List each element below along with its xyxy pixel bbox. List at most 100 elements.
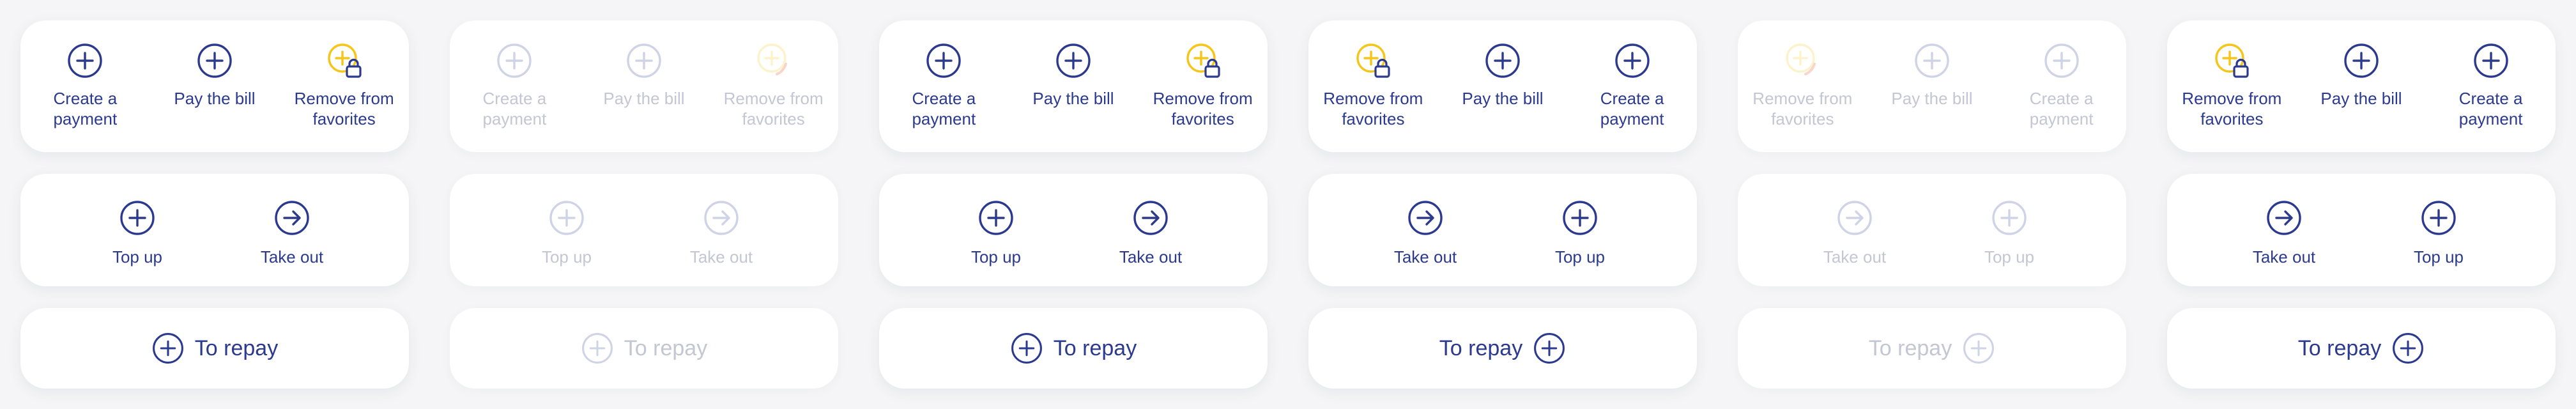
plus-circle-icon xyxy=(196,42,233,79)
action-remove-from-favorites-button[interactable]: Remove from favorites xyxy=(1738,20,1867,152)
action-remove-from-favorites-button[interactable]: Remove from favorites xyxy=(1138,20,1268,152)
to-repay-label: To repay xyxy=(1053,336,1137,360)
arrow-right-circle-icon xyxy=(273,199,310,236)
plus-circle-icon xyxy=(1561,199,1598,236)
plus-circle-icon xyxy=(977,199,1015,236)
action-label: Pay the bill xyxy=(1462,89,1544,108)
to-repay-button[interactable]: To repay xyxy=(1308,308,1697,389)
action-label: Remove from favorites xyxy=(1323,89,1423,128)
action-take-out-button[interactable]: Take out xyxy=(1073,174,1228,286)
arrow-right-circle-icon xyxy=(2266,199,2303,236)
panel-variant-6: Remove from favorites Pay the bill Create a… xyxy=(2147,0,2576,409)
panel-variant-3: Create a payment Pay the bill Remove from fa… xyxy=(859,0,1288,409)
action-top-up-button[interactable]: Top up xyxy=(919,174,1073,286)
action-label: Pay the bill xyxy=(2320,89,2402,108)
action-pay-the-bill-button[interactable]: Pay the bill xyxy=(1438,20,1568,152)
action-create-a-payment-button[interactable]: Create a payment xyxy=(450,20,579,152)
action-label: Top up xyxy=(1554,247,1606,266)
action-label: Remove from favorites xyxy=(1752,89,1853,128)
action-label: Take out xyxy=(1823,247,1887,266)
action-remove-from-favorites-button[interactable]: Remove from favorites xyxy=(1308,20,1438,152)
transfer-actions-card: Take out Top up xyxy=(2167,174,2556,286)
action-create-a-payment-button[interactable]: Create a payment xyxy=(2426,20,2556,152)
plus-lock-icon xyxy=(1184,42,1222,79)
panel-variant-5: Remove from favorites Pay the bill Create a… xyxy=(1717,0,2147,409)
action-label: Create a payment xyxy=(53,89,118,128)
action-create-a-payment-button[interactable]: Create a payment xyxy=(1997,20,2126,152)
action-label: Top up xyxy=(2413,247,2464,266)
panel-variant-1: Create a payment Pay the bill Remove from fa… xyxy=(0,0,429,409)
action-top-up-button[interactable]: Top up xyxy=(1932,174,2087,286)
plus-circle-icon xyxy=(1533,332,1566,365)
action-label: Take out xyxy=(1119,247,1183,266)
arrow-right-circle-icon xyxy=(703,199,740,236)
action-label: Remove from favorites xyxy=(1153,89,1253,128)
action-top-up-button[interactable]: Top up xyxy=(2361,174,2516,286)
plus-circle-icon xyxy=(2343,42,2380,79)
plus-circle-icon xyxy=(1913,42,1951,79)
action-create-a-payment-button[interactable]: Create a payment xyxy=(20,20,150,152)
action-pay-the-bill-button[interactable]: Pay the bill xyxy=(1009,20,1138,152)
arrow-right-circle-icon xyxy=(1407,199,1444,236)
to-repay-label: To repay xyxy=(624,336,708,360)
to-repay-label: To repay xyxy=(1439,336,1523,360)
plus-circle-icon xyxy=(496,42,533,79)
action-pay-the-bill-button[interactable]: Pay the bill xyxy=(1867,20,1997,152)
action-take-out-button[interactable]: Take out xyxy=(644,174,799,286)
action-label: Remove from favorites xyxy=(2182,89,2282,128)
action-remove-from-favorites-button[interactable]: Remove from favorites xyxy=(709,20,838,152)
action-top-up-button[interactable]: Top up xyxy=(60,174,215,286)
quick-actions-card: Create a payment Pay the bill Remove from fa… xyxy=(450,20,838,152)
to-repay-button[interactable]: To repay xyxy=(879,308,1268,389)
action-label: Remove from favorites xyxy=(723,89,824,128)
plus-circle-icon xyxy=(151,332,185,365)
to-repay-label: To repay xyxy=(194,336,279,360)
action-take-out-button[interactable]: Take out xyxy=(2207,174,2361,286)
action-top-up-button[interactable]: Top up xyxy=(489,174,644,286)
to-repay-button[interactable]: To repay xyxy=(1738,308,2126,389)
to-repay-button[interactable]: To repay xyxy=(2167,308,2556,389)
action-pay-the-bill-button[interactable]: Pay the bill xyxy=(150,20,280,152)
quick-actions-card: Remove from favorites Pay the bill Create a… xyxy=(1738,20,2126,152)
plus-circle-icon xyxy=(1991,199,2028,236)
quick-actions-card: Remove from favorites Pay the bill Create a… xyxy=(2167,20,2556,152)
to-repay-label: To repay xyxy=(2297,336,2382,360)
action-pay-the-bill-button[interactable]: Pay the bill xyxy=(579,20,709,152)
plus-circle-icon xyxy=(1055,42,1092,79)
loading-icon xyxy=(1784,42,1821,79)
to-repay-button[interactable]: To repay xyxy=(20,308,409,389)
action-label: Create a payment xyxy=(1600,89,1664,128)
plus-circle-icon xyxy=(2420,199,2457,236)
panel-variant-4: Remove from favorites Pay the bill Create a… xyxy=(1288,0,1717,409)
action-label: Pay the bill xyxy=(174,89,256,108)
action-label: Create a payment xyxy=(2458,89,2523,128)
plus-lock-icon xyxy=(326,42,363,79)
action-create-a-payment-button[interactable]: Create a payment xyxy=(879,20,1009,152)
plus-circle-icon xyxy=(1962,332,1995,365)
action-take-out-button[interactable]: Take out xyxy=(215,174,369,286)
quick-actions-card: Create a payment Pay the bill Remove from fa… xyxy=(20,20,409,152)
action-remove-from-favorites-button[interactable]: Remove from favorites xyxy=(279,20,409,152)
action-take-out-button[interactable]: Take out xyxy=(1777,174,1932,286)
action-top-up-button[interactable]: Top up xyxy=(1503,174,1657,286)
plus-circle-icon xyxy=(581,332,614,365)
action-label: Pay the bill xyxy=(1891,89,1973,108)
loading-icon xyxy=(755,42,792,79)
plus-circle-icon xyxy=(1484,42,1521,79)
plus-circle-icon xyxy=(548,199,585,236)
action-remove-from-favorites-button[interactable]: Remove from favorites xyxy=(2167,20,2297,152)
action-create-a-payment-button[interactable]: Create a payment xyxy=(1567,20,1697,152)
action-label: Top up xyxy=(541,247,592,266)
action-label: Top up xyxy=(1984,247,2035,266)
to-repay-button[interactable]: To repay xyxy=(450,308,838,389)
panel-variant-2: Create a payment Pay the bill Remove from fa… xyxy=(429,0,859,409)
action-take-out-button[interactable]: Take out xyxy=(1348,174,1503,286)
transfer-actions-card: Top up Take out xyxy=(450,174,838,286)
plus-lock-icon xyxy=(2213,42,2250,79)
plus-circle-icon xyxy=(1010,332,1043,365)
action-pay-the-bill-button[interactable]: Pay the bill xyxy=(2297,20,2426,152)
action-label: Create a payment xyxy=(912,89,976,128)
action-label: Top up xyxy=(112,247,163,266)
action-label: Create a payment xyxy=(2029,89,2094,128)
to-repay-label: To repay xyxy=(1868,336,1952,360)
